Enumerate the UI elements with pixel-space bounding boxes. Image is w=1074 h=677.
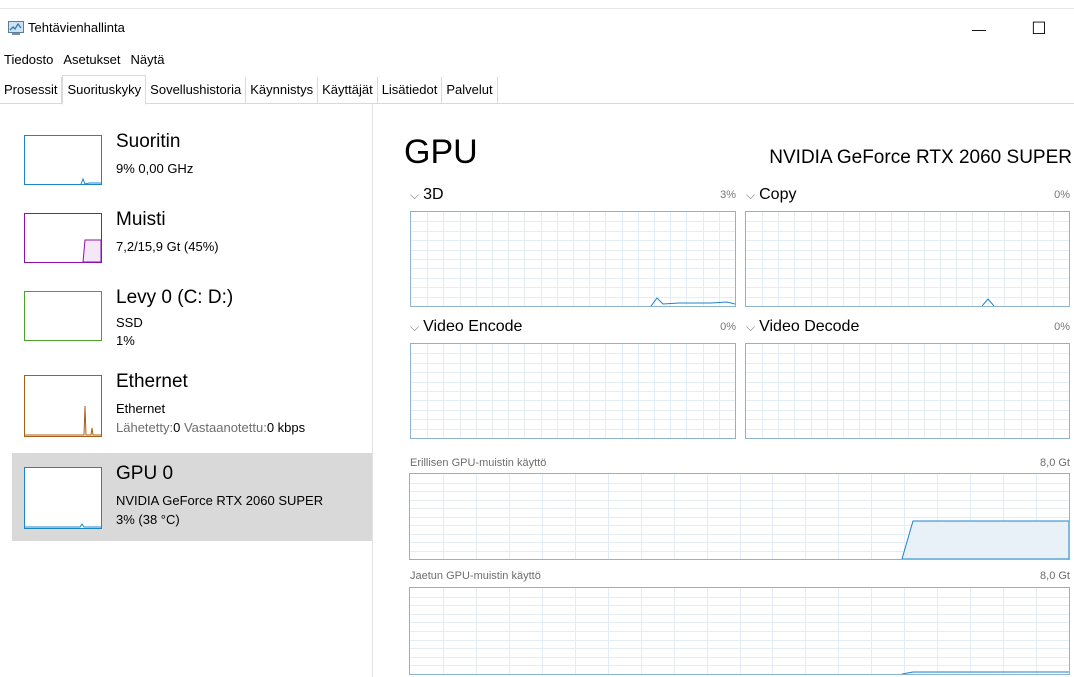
engine-copy-graph	[745, 211, 1070, 307]
engine-video-encode-percent: 0%	[720, 321, 736, 333]
dedicated-memory-max: 8,0 Gt	[1040, 457, 1070, 469]
tab-bar: Prosessit Suorituskyky Sovellushistoria …	[0, 75, 1074, 105]
engine-video-decode-graph	[745, 343, 1070, 439]
shared-memory-max: 8,0 Gt	[1040, 570, 1070, 582]
minimize-button[interactable]: —	[956, 14, 1002, 44]
graph-grid	[410, 588, 1069, 674]
cpu-mini-graph	[24, 135, 102, 185]
tab-services[interactable]: Palvelut	[442, 77, 498, 103]
engine-selector-copy[interactable]: ⌵ Copy	[746, 186, 796, 204]
sidebar-item-label: Muisti	[116, 209, 166, 230]
engine-selector-video-decode[interactable]: ⌵ Video Decode	[746, 318, 859, 336]
sidebar-item-ethernet[interactable]: Ethernet Ethernet Lähetetty:0 Vastaanote…	[12, 361, 372, 439]
chevron-down-icon: ⌵	[410, 188, 420, 202]
ethernet-adapter-text: Ethernet	[116, 401, 166, 416]
engine-video-encode-graph	[410, 343, 736, 439]
memory-mini-graph	[24, 213, 102, 263]
engine-copy-percent: 0%	[1054, 189, 1070, 201]
tab-users[interactable]: Käyttäjät	[318, 77, 378, 103]
cpu-usage-text: 9% 0,00 GHz	[116, 161, 194, 176]
desktop-strip	[0, 0, 1074, 9]
chevron-down-icon: ⌵	[410, 320, 420, 334]
tab-performance[interactable]: Suorituskyky	[62, 75, 147, 105]
maximize-button[interactable]: ☐	[1016, 14, 1062, 44]
sidebar-item-label: Ethernet	[116, 371, 188, 392]
chevron-down-icon: ⌵	[746, 188, 756, 202]
disk-mini-graph	[24, 291, 102, 341]
sidebar-item-cpu[interactable]: Suoritin 9% 0,00 GHz	[12, 121, 372, 199]
graph-grid	[411, 212, 735, 306]
engine-selector-3d[interactable]: ⌵ 3D	[410, 186, 444, 204]
sidebar-item-label: Suoritin	[116, 131, 181, 152]
engine-3d-graph	[410, 211, 736, 307]
tab-processes[interactable]: Prosessit	[0, 77, 63, 103]
tab-app-history[interactable]: Sovellushistoria	[146, 77, 247, 103]
engine-3d-percent: 3%	[720, 189, 736, 201]
task-manager-icon	[8, 21, 24, 35]
page-title: GPU	[404, 133, 478, 171]
menu-bar: Tiedosto Asetukset Näytä	[0, 50, 170, 72]
sidebar-item-label: GPU 0	[116, 463, 174, 484]
sidebar-item-label: Levy 0 (C: D:)	[116, 287, 234, 308]
ethernet-mini-graph	[24, 375, 102, 437]
dedicated-memory-label: Erillisen GPU-muistin käyttö	[410, 457, 547, 469]
sidebar-item-disk[interactable]: Levy 0 (C: D:) SSD 1%	[12, 277, 372, 355]
maximize-icon: ☐	[1031, 19, 1047, 38]
sidebar-item-gpu[interactable]: GPU 0 NVIDIA GeForce RTX 2060 SUPER 3% (…	[12, 453, 372, 541]
sidebar-item-memory[interactable]: Muisti 7,2/15,9 Gt (45%)	[12, 199, 372, 277]
tab-details[interactable]: Lisätiedot	[378, 77, 443, 103]
disk-type-text: SSD	[116, 315, 143, 330]
chevron-down-icon: ⌵	[746, 320, 756, 334]
tab-startup[interactable]: Käynnistys	[246, 77, 319, 103]
graph-grid	[746, 344, 1069, 438]
graph-grid	[411, 344, 735, 438]
gpu-usage-text: 3% (38 °C)	[116, 512, 180, 527]
engine-video-decode-percent: 0%	[1054, 321, 1070, 333]
gpu-mini-graph	[24, 467, 102, 529]
ethernet-throughput-text: Lähetetty:0 Vastaanotettu:0 kbps	[116, 420, 306, 435]
engine-selector-video-encode[interactable]: ⌵ Video Encode	[410, 318, 522, 336]
dedicated-memory-graph	[409, 473, 1070, 560]
shared-memory-label: Jaetun GPU-muistin käyttö	[410, 570, 541, 582]
graph-grid	[746, 212, 1069, 306]
resource-sidebar: Suoritin 9% 0,00 GHz Muisti 7,2/15,9 Gt …	[0, 104, 373, 677]
minimize-icon: —	[972, 21, 986, 37]
gpu-model-text: NVIDIA GeForce RTX 2060 SUPER	[116, 493, 324, 508]
disk-usage-text: 1%	[116, 333, 135, 348]
window-title: Tehtävienhallinta	[28, 20, 125, 35]
menu-settings[interactable]: Asetukset	[59, 50, 126, 72]
menu-file[interactable]: Tiedosto	[0, 50, 59, 72]
shared-memory-graph	[409, 587, 1070, 675]
memory-usage-text: 7,2/15,9 Gt (45%)	[116, 239, 219, 254]
gpu-model-name: NVIDIA GeForce RTX 2060 SUPER	[769, 147, 1072, 168]
menu-view[interactable]: Näytä	[126, 50, 170, 72]
